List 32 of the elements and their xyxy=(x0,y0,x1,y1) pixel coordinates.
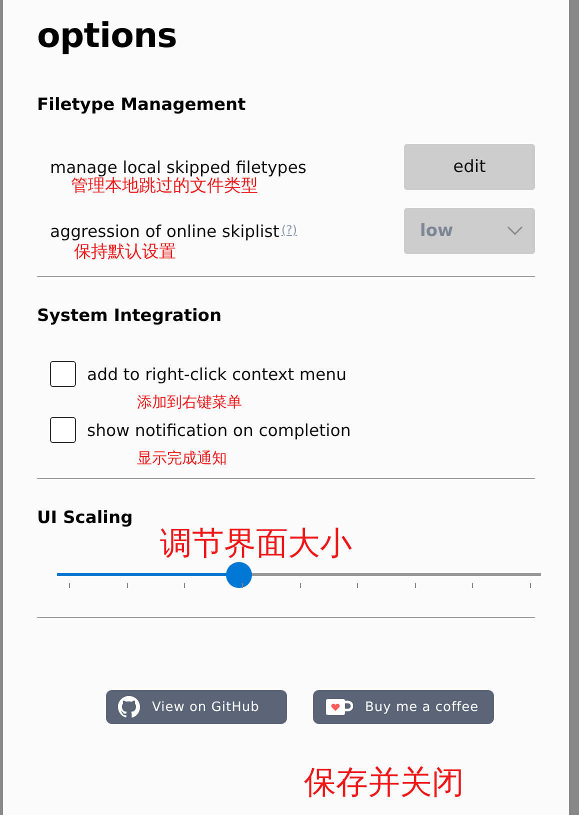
section-heading: UI Scaling xyxy=(37,507,134,529)
slider-thumb[interactable] xyxy=(226,562,252,588)
annotation-text: 保存并关闭 xyxy=(304,764,465,800)
page-title: options xyxy=(37,15,178,58)
section-heading: System Integration xyxy=(37,305,223,327)
tick-mark xyxy=(530,583,531,588)
checkbox-label: show notification on completion xyxy=(87,420,351,440)
annotation-text: 保持默认设置 xyxy=(74,242,177,260)
checkbox[interactable] xyxy=(50,361,76,387)
tick-mark xyxy=(472,583,474,588)
checkbox-label: add to right-click context menu xyxy=(87,364,347,384)
edit-button[interactable]: edit xyxy=(404,144,535,190)
annotation-text: 调节界面大小 xyxy=(160,523,353,563)
checkbox[interactable] xyxy=(50,417,76,443)
tick-mark xyxy=(357,583,358,588)
tick-mark xyxy=(184,583,186,588)
chevron-down-icon xyxy=(507,226,523,236)
coffee-button[interactable]: Buy me a coffee xyxy=(313,690,494,724)
tick-mark xyxy=(126,583,128,588)
tick-mark xyxy=(242,583,243,588)
tick-mark xyxy=(69,583,70,588)
annotation-text: 显示完成通知 xyxy=(137,448,228,469)
setting-label: manage local skipped filetypes xyxy=(50,158,306,176)
setting-label: aggression of online skiplist xyxy=(50,222,280,240)
annotation-text: 添加到右键菜单 xyxy=(137,392,243,413)
cat-icon xyxy=(118,696,140,718)
slider[interactable] xyxy=(57,562,541,588)
github-button[interactable]: View on GitHub xyxy=(106,690,287,724)
tick-mark xyxy=(414,583,416,588)
mug-icon xyxy=(325,698,353,716)
annotation-text: 管理本地跳过的文件类型 xyxy=(71,176,258,194)
section-heading: Filetype Management xyxy=(37,94,247,116)
